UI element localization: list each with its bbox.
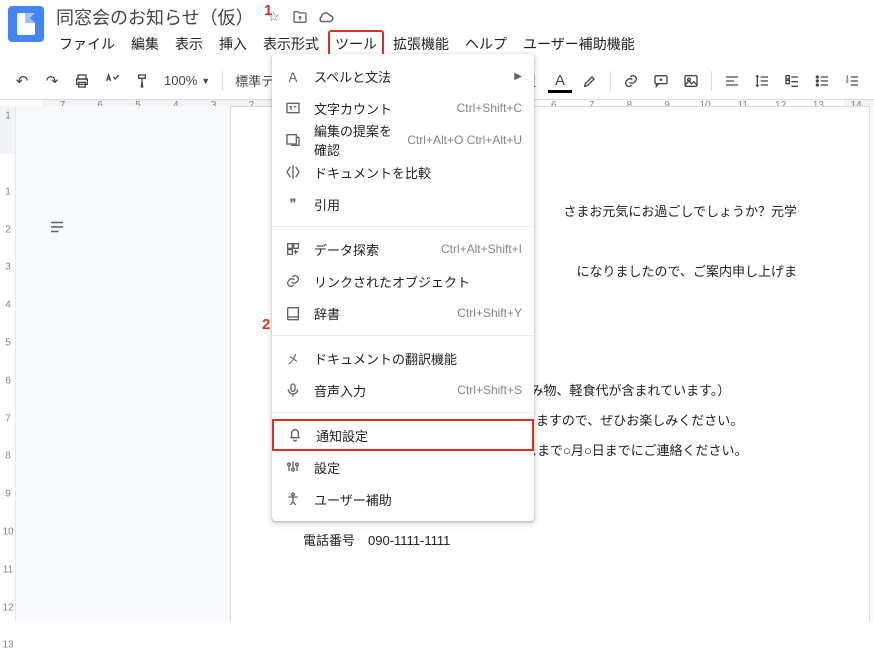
zoom-select[interactable]: 100% ▼ bbox=[158, 67, 216, 95]
menu-review-suggestions[interactable]: 編集の提案を確認 Ctrl+Alt+O Ctrl+Alt+U bbox=[272, 124, 534, 156]
shortcut-label: Ctrl+Shift+C bbox=[457, 101, 522, 115]
numbered-list-button[interactable]: 12 bbox=[838, 67, 866, 95]
ruler-tick: 4 bbox=[0, 300, 16, 311]
spellcheck-icon: Ａ bbox=[284, 67, 302, 85]
menu-dictionary[interactable]: 辞書 Ctrl+Shift+Y bbox=[272, 297, 534, 329]
spellcheck-button[interactable] bbox=[98, 67, 126, 95]
menu-linked-objects[interactable]: リンクされたオブジェクト bbox=[272, 265, 534, 297]
svg-text:2: 2 bbox=[846, 78, 849, 83]
ruler-tick: 9 bbox=[0, 489, 16, 500]
annotation-marker-2: 2 bbox=[262, 316, 270, 333]
submenu-arrow-icon: ▶ bbox=[514, 71, 522, 82]
menu-translate[interactable]: 㐅 ドキュメントの翻訳機能 bbox=[272, 342, 534, 374]
vertical-ruler[interactable]: 112345678910111213 bbox=[0, 106, 16, 621]
menu-spelling-grammar[interactable]: Ａ スペルと文法 ▶ bbox=[272, 60, 534, 92]
bell-icon bbox=[286, 426, 304, 444]
ruler-tick: 10 bbox=[0, 527, 16, 538]
paint-format-button[interactable] bbox=[128, 67, 156, 95]
menu-preferences[interactable]: 設定 bbox=[272, 451, 534, 483]
highlight-button[interactable] bbox=[576, 67, 604, 95]
bullet-list-button[interactable] bbox=[808, 67, 836, 95]
cloud-status-icon[interactable] bbox=[316, 7, 336, 27]
menu-compare-docs[interactable]: ドキュメントを比較 bbox=[272, 156, 534, 188]
shortcut-label: Ctrl+Shift+Y bbox=[457, 306, 522, 320]
menu-file[interactable]: ファイル bbox=[52, 30, 122, 58]
menu-accessibility[interactable]: ユーザー補助機能 bbox=[516, 30, 642, 58]
ruler-tick: 7 bbox=[0, 413, 16, 424]
settings-icon bbox=[284, 458, 302, 476]
quote-icon: ❞ bbox=[284, 195, 302, 213]
undo-button[interactable]: ↶ bbox=[8, 67, 36, 95]
ruler-tick: 1 bbox=[0, 186, 16, 197]
wordcount-icon bbox=[284, 99, 302, 117]
link-icon bbox=[284, 272, 302, 290]
print-button[interactable] bbox=[68, 67, 96, 95]
ruler-tick: 2 bbox=[0, 224, 16, 235]
align-button[interactable] bbox=[718, 67, 746, 95]
mic-icon bbox=[284, 381, 302, 399]
shortcut-label: Ctrl+Alt+O Ctrl+Alt+U bbox=[407, 133, 522, 147]
outline-toggle-icon[interactable] bbox=[48, 218, 68, 238]
docs-app-icon[interactable] bbox=[8, 6, 44, 42]
menu-view[interactable]: 表示 bbox=[168, 30, 210, 58]
menu-explore[interactable]: データ探索 Ctrl+Alt+Shift+I bbox=[272, 233, 534, 265]
menu-word-count[interactable]: 文字カウント Ctrl+Shift+C bbox=[272, 92, 534, 124]
ruler-tick: 5 bbox=[0, 338, 16, 349]
tools-dropdown: Ａ スペルと文法 ▶ 文字カウント Ctrl+Shift+C 編集の提案を確認 … bbox=[272, 54, 534, 521]
menu-citations[interactable]: ❞ 引用 bbox=[272, 188, 534, 220]
menu-separator bbox=[272, 226, 534, 227]
ruler-tick: 8 bbox=[0, 451, 16, 462]
menu-notification-settings[interactable]: 通知設定 bbox=[272, 419, 534, 451]
menu-separator bbox=[272, 412, 534, 413]
menu-separator bbox=[272, 335, 534, 336]
doc-title[interactable]: 同窓会のお知らせ（仮） bbox=[52, 4, 258, 30]
explore-icon bbox=[284, 240, 302, 258]
accessibility-icon bbox=[284, 490, 302, 508]
body-line: 電話番号 090-1111-1111 bbox=[303, 526, 797, 556]
insert-image-button[interactable] bbox=[677, 67, 705, 95]
menu-voice-typing[interactable]: 音声入力 Ctrl+Shift+S bbox=[272, 374, 534, 406]
line-spacing-button[interactable] bbox=[748, 67, 776, 95]
insert-comment-button[interactable] bbox=[647, 67, 675, 95]
text-color-button[interactable]: A bbox=[546, 67, 574, 95]
menu-insert[interactable]: 挿入 bbox=[212, 30, 254, 58]
ruler-tick: 6 bbox=[0, 375, 16, 386]
shortcut-label: Ctrl+Shift+S bbox=[457, 383, 522, 397]
move-folder-icon[interactable] bbox=[290, 7, 310, 27]
menu-accessibility-settings[interactable]: ユーザー補助 bbox=[272, 483, 534, 515]
checklist-button[interactable] bbox=[778, 67, 806, 95]
menu-edit[interactable]: 編集 bbox=[124, 30, 166, 58]
ruler-tick: 11 bbox=[0, 564, 16, 575]
ruler-tick: 13 bbox=[0, 640, 16, 651]
book-icon bbox=[284, 304, 302, 322]
ruler-tick: 3 bbox=[0, 262, 16, 273]
redo-button[interactable]: ↷ bbox=[38, 67, 66, 95]
review-icon bbox=[284, 131, 302, 149]
insert-link-button[interactable] bbox=[617, 67, 645, 95]
ruler-tick: 1 bbox=[0, 111, 16, 122]
shortcut-label: Ctrl+Alt+Shift+I bbox=[441, 242, 522, 256]
ruler-tick: 12 bbox=[0, 602, 16, 613]
compare-icon bbox=[284, 163, 302, 181]
annotation-marker-1: 1 bbox=[264, 2, 272, 19]
translate-icon: 㐅 bbox=[284, 349, 302, 367]
